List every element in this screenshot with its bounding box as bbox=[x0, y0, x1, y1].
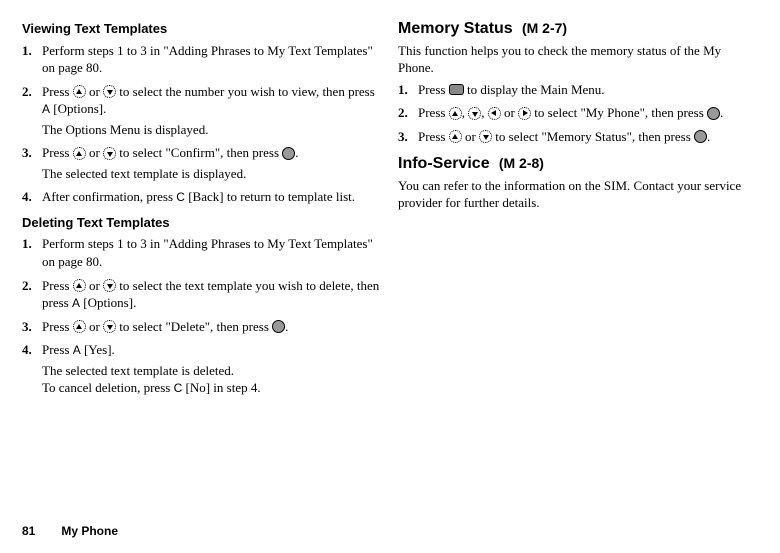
step-text: Perform steps 1 to 3 in "Adding Phrases … bbox=[42, 235, 380, 270]
left-column: Viewing Text Templates 1. Perform steps … bbox=[22, 18, 380, 405]
step-number: 1. bbox=[398, 81, 418, 99]
deleting-title: Deleting Text Templates bbox=[22, 214, 380, 232]
ok-icon bbox=[707, 107, 720, 120]
step-number: 4. bbox=[22, 188, 42, 206]
memory-heading-row: Memory Status (M 2-7) bbox=[398, 18, 756, 40]
step-text: Perform steps 1 to 3 in "Adding Phrases … bbox=[42, 42, 380, 77]
memory-intro: This function helps you to check the mem… bbox=[398, 42, 756, 77]
right-column: Memory Status (M 2-7) This function help… bbox=[398, 18, 756, 405]
right-icon bbox=[518, 107, 531, 120]
key-c: C bbox=[174, 380, 183, 396]
step-number: 1. bbox=[22, 42, 42, 60]
list-item: 1. Perform steps 1 to 3 in "Adding Phras… bbox=[22, 42, 380, 77]
step-number: 3. bbox=[22, 318, 42, 336]
info-heading-row: Info-Service (M 2-8) bbox=[398, 153, 756, 175]
page-number: 81 bbox=[22, 523, 58, 539]
key-a: A bbox=[73, 342, 81, 358]
list-item: 4. After confirmation, press C [Back] to… bbox=[22, 188, 380, 206]
key-a: A bbox=[72, 295, 80, 311]
key-a: A bbox=[42, 101, 50, 117]
footer-section: My Phone bbox=[61, 524, 118, 538]
step-text: Press or to select the number you wish t… bbox=[42, 83, 380, 139]
step-number: 3. bbox=[22, 144, 42, 162]
step-followup: The selected text template is displayed. bbox=[42, 165, 380, 183]
step-text: Press or to select "Delete", then press … bbox=[42, 318, 380, 336]
step-text: Press or to select "Memory Status", then… bbox=[418, 128, 756, 146]
down-icon bbox=[479, 130, 492, 143]
up-icon bbox=[449, 107, 462, 120]
info-title: Info-Service bbox=[398, 153, 490, 175]
deleting-steps: 1. Perform steps 1 to 3 in "Adding Phras… bbox=[22, 235, 380, 396]
step-followup: To cancel deletion, press C [No] in step… bbox=[42, 379, 380, 397]
list-item: 2. Press or to select the text template … bbox=[22, 277, 380, 312]
step-text: Press , , or to select "My Phone", then … bbox=[418, 104, 756, 122]
list-item: 3. Press or to select "Memory Status", t… bbox=[398, 128, 756, 146]
page-footer: 81 My Phone bbox=[22, 523, 118, 539]
step-followup: The selected text template is deleted. bbox=[42, 362, 380, 380]
info-mcode: (M 2-8) bbox=[499, 155, 544, 171]
step-number: 2. bbox=[398, 104, 418, 122]
step-number: 1. bbox=[22, 235, 42, 253]
step-text: Press or to select the text template you… bbox=[42, 277, 380, 312]
left-icon bbox=[488, 107, 501, 120]
down-icon bbox=[103, 147, 116, 160]
memory-steps: 1. Press to display the Main Menu. 2. Pr… bbox=[398, 81, 756, 146]
list-item: 3. Press or to select "Delete", then pre… bbox=[22, 318, 380, 336]
memory-mcode: (M 2-7) bbox=[522, 20, 567, 36]
ok-icon bbox=[694, 130, 707, 143]
down-icon bbox=[103, 279, 116, 292]
down-icon bbox=[468, 107, 481, 120]
up-icon bbox=[73, 85, 86, 98]
list-item: 1. Press to display the Main Menu. bbox=[398, 81, 756, 99]
step-text: Press to display the Main Menu. bbox=[418, 81, 756, 99]
list-item: 2. Press or to select the number you wis… bbox=[22, 83, 380, 139]
step-number: 3. bbox=[398, 128, 418, 146]
step-text: Press or to select "Confirm", then press… bbox=[42, 144, 380, 182]
up-icon bbox=[73, 147, 86, 160]
ok-icon bbox=[282, 147, 295, 160]
list-item: 3. Press or to select "Confirm", then pr… bbox=[22, 144, 380, 182]
list-item: 1. Perform steps 1 to 3 in "Adding Phras… bbox=[22, 235, 380, 270]
step-text: Press A [Yes]. The selected text templat… bbox=[42, 341, 380, 397]
step-followup: The Options Menu is displayed. bbox=[42, 121, 380, 139]
key-c: C bbox=[176, 189, 185, 205]
down-icon bbox=[103, 85, 116, 98]
step-text: After confirmation, press C [Back] to re… bbox=[42, 188, 380, 206]
step-number: 4. bbox=[22, 341, 42, 359]
list-item: 2. Press , , or to select "My Phone", th… bbox=[398, 104, 756, 122]
up-icon bbox=[73, 279, 86, 292]
up-icon bbox=[449, 130, 462, 143]
step-number: 2. bbox=[22, 277, 42, 295]
memory-title: Memory Status bbox=[398, 18, 513, 40]
menu-icon bbox=[449, 84, 464, 95]
list-item: 4. Press A [Yes]. The selected text temp… bbox=[22, 341, 380, 397]
viewing-title: Viewing Text Templates bbox=[22, 20, 380, 38]
info-intro: You can refer to the information on the … bbox=[398, 177, 756, 212]
down-icon bbox=[103, 320, 116, 333]
ok-icon bbox=[272, 320, 285, 333]
step-number: 2. bbox=[22, 83, 42, 101]
viewing-steps: 1. Perform steps 1 to 3 in "Adding Phras… bbox=[22, 42, 380, 206]
up-icon bbox=[73, 320, 86, 333]
